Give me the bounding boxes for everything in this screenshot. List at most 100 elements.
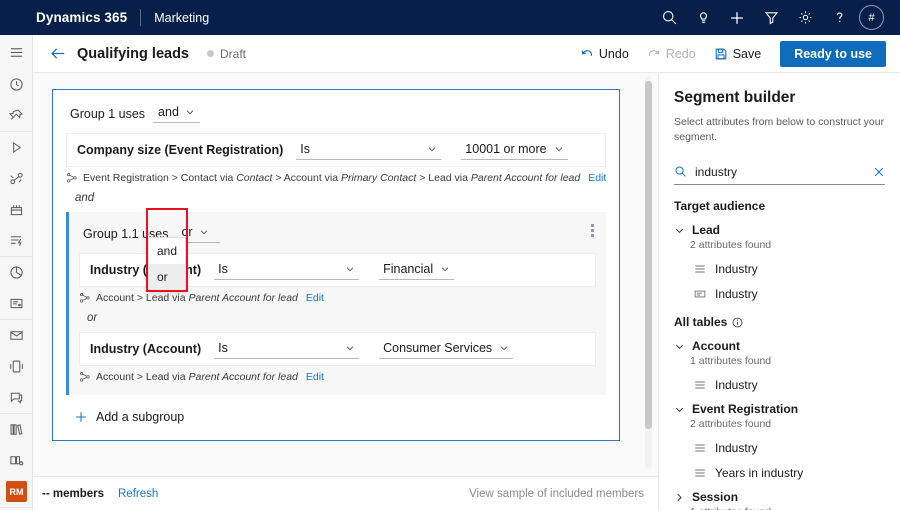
rail-group-1 [0,35,32,132]
attribute-item[interactable]: Industry [694,441,900,455]
dropdown-option-and[interactable]: and [149,238,185,264]
segment-footer: -- members Refresh View sample of includ… [33,476,658,510]
undo-button[interactable]: Undo [571,39,638,69]
chevron-down-icon [554,144,564,154]
condition-operator-select[interactable]: Is [296,141,441,160]
segment-group-1: Group 1 uses and Company size (Event Reg… [52,89,620,441]
condition-attribute: Industry (Account) [90,342,201,356]
group-1-operator-select[interactable]: and [153,104,200,123]
close-icon[interactable] [873,166,885,178]
condition-operator-value: Is [218,262,228,276]
relationship-icon [79,292,91,304]
segments-icon[interactable] [0,257,32,288]
pin-icon[interactable] [0,100,32,131]
relationship-path-text: Account > Lead via Parent Account for le… [96,371,298,383]
back-arrow-icon[interactable] [43,39,73,69]
condition-value-select[interactable]: Financial [379,261,454,280]
hamburger-icon[interactable] [0,35,32,69]
mobile-icon[interactable] [0,351,32,382]
group-joiner-label: and [53,188,619,212]
chevron-down-icon [185,107,195,117]
add-subgroup-button[interactable]: Add a subgroup [53,395,619,440]
condition-value-select[interactable]: 10001 or more [461,141,567,160]
operator-dropdown-menu[interactable]: and or [148,237,186,291]
top-navigation-bar: Dynamics 365 Marketing [0,0,900,35]
condition-row: Industry (Account) Is Consumer Services [79,332,596,366]
chevron-down-icon [345,264,355,274]
save-button[interactable]: Save [705,39,771,69]
customer-journey-icon[interactable] [0,163,32,194]
tree-node-name: Lead [692,223,720,237]
page-title: Qualifying leads [77,46,189,62]
tree-node-header[interactable]: Lead [674,223,900,237]
ready-to-use-button[interactable]: Ready to use [780,41,886,67]
command-bar: Qualifying leads Draft Undo Redo [33,35,900,73]
attribute-label: Years in industry [715,466,803,480]
view-sample-link[interactable]: View sample of included members [469,488,644,500]
refresh-link[interactable]: Refresh [118,488,158,500]
canvas-vertical-scrollbar[interactable] [645,76,652,469]
tree-node-lead: Lead 2 attributes found Industry Industr… [659,223,900,301]
relationship-path-text: Event Registration > Contact via Contact… [83,172,580,184]
tree-node-header[interactable]: Account [674,339,900,353]
lightbulb-icon[interactable] [686,0,720,35]
rail-group-3 [0,257,32,320]
quick-campaign-icon[interactable] [0,225,32,256]
social-post-icon[interactable] [0,382,32,413]
attribute-item[interactable]: Industry [694,378,900,392]
members-count: -- members [42,488,104,500]
dropdown-option-or[interactable]: or [149,264,185,290]
templates-icon[interactable] [0,445,32,476]
tree-node-name: Session [692,490,738,504]
email-icon[interactable] [0,320,32,351]
condition-value-select[interactable]: Consumer Services [379,340,513,359]
app-name-label: Marketing [154,11,209,25]
edit-path-link[interactable]: Edit [306,292,324,304]
tree-node-count: 1 attributes found [690,506,900,510]
attribute-item[interactable]: Industry [694,262,900,276]
user-avatar[interactable]: # [859,5,884,30]
help-icon[interactable] [822,0,856,35]
plus-icon [74,410,88,424]
tree-node-header[interactable]: Session [674,490,900,504]
edit-path-link[interactable]: Edit [588,172,606,184]
undo-icon [580,47,594,61]
builder-title: Segment builder [674,89,900,107]
attribute-item[interactable]: Years in industry [694,466,900,480]
condition-operator-select[interactable]: Is [214,261,359,280]
event-icon[interactable] [0,194,32,225]
condition-operator-select[interactable]: Is [214,340,359,359]
search-icon[interactable] [652,0,686,35]
info-icon[interactable] [732,317,743,328]
filter-icon[interactable] [754,0,788,35]
tree-node-name: Account [692,339,740,353]
tree-node-count: 1 attributes found [690,355,900,367]
tree-node-account: Account 1 attributes found Industry [659,339,900,392]
tree-node-header[interactable]: Event Registration [674,402,900,416]
chevron-down-icon [440,264,450,274]
gear-icon[interactable] [788,0,822,35]
optionset-icon [694,379,706,391]
subgroup-more-menu-icon[interactable] [591,224,594,237]
status-dot-icon [207,50,214,57]
optionset-icon [694,442,706,454]
condition-operator-value: Is [300,142,310,156]
condition-operator-value: Is [218,341,228,355]
relationship-path-text: Account > Lead via Parent Account for le… [96,292,298,304]
redo-button[interactable]: Redo [638,39,705,69]
search-input[interactable] [695,165,873,179]
play-icon[interactable] [0,132,32,163]
scrollbar-thumb[interactable] [645,81,652,429]
attribute-search-box[interactable] [674,159,885,185]
attribute-item[interactable]: Industry [694,287,900,301]
subscription-list-icon[interactable] [0,288,32,319]
brand-label: Dynamics 365 [36,10,127,25]
plus-icon[interactable] [720,0,754,35]
all-tables-label: All tables [674,315,727,329]
edit-path-link[interactable]: Edit [306,371,324,383]
library-icon[interactable] [0,414,32,445]
current-user-badge[interactable]: RM [6,481,27,502]
kebab-dot [591,224,594,227]
recent-icon[interactable] [0,69,32,100]
app-root: Dynamics 365 Marketing [0,0,900,510]
